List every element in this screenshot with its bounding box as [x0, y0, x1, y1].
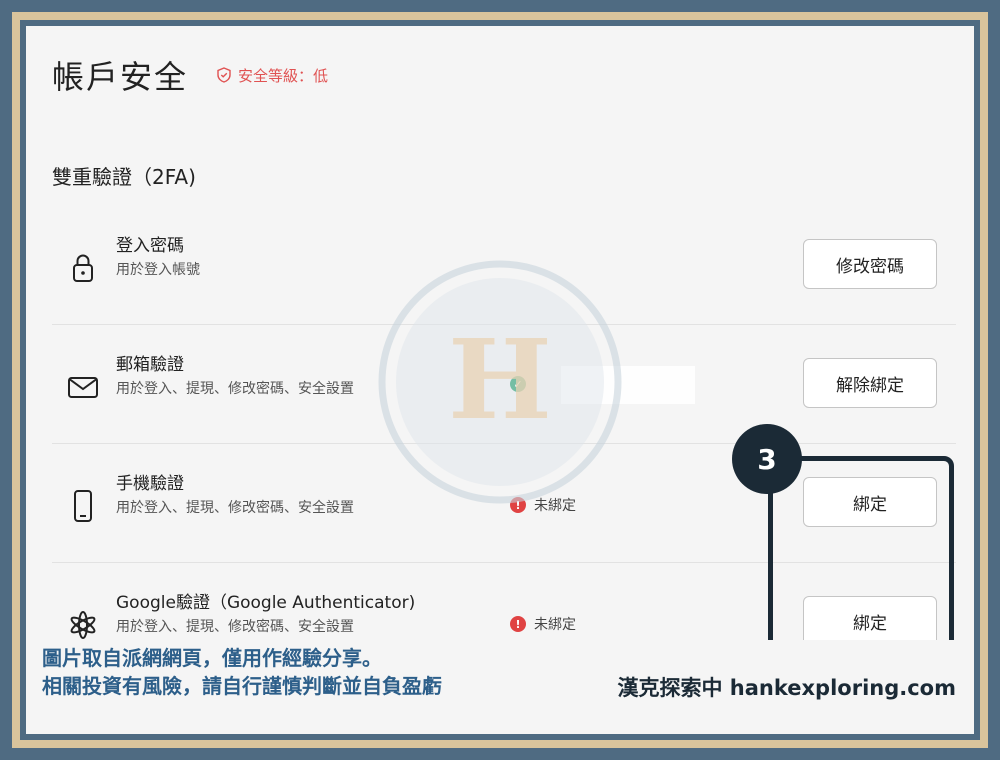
status-text: 未綁定: [534, 617, 576, 633]
mail-icon: [68, 377, 98, 398]
shield-icon: [217, 67, 231, 83]
security-level-badge: 安全等級：低: [216, 65, 328, 86]
row-description: 用於登入、提現、修改密碼、安全設置: [116, 619, 354, 635]
authenticator-icon: [70, 611, 96, 639]
row-description: 用於登入帳號: [116, 262, 200, 278]
phone-icon: [74, 490, 92, 522]
footer: 圖片取自派網網頁，僅用作經驗分享。 相關投資有風險，請自行謹慎判斷並自負盈虧 漢…: [26, 640, 974, 734]
lock-icon: [73, 254, 93, 282]
title-row: 帳戶安全 安全等級：低: [52, 52, 328, 98]
highlight-box: [768, 456, 954, 666]
status-indicator: ! 未綁定: [510, 614, 576, 634]
alert-circle-icon: !: [510, 616, 526, 632]
step-number-badge: 3: [732, 424, 802, 494]
unbind-email-button[interactable]: 解除綁定: [803, 358, 937, 408]
brand-label: 漢克探索中 hankexploring.com: [617, 676, 956, 700]
watermark-logo: H: [378, 260, 622, 504]
disclaimer: 圖片取自派網網頁，僅用作經驗分享。 相關投資有風險，請自行謹慎判斷並自負盈虧: [42, 644, 442, 700]
change-password-button[interactable]: 修改密碼: [803, 239, 937, 289]
row-title: Google驗證（Google Authenticator): [116, 593, 416, 613]
row-title: 登入密碼: [116, 236, 184, 256]
row-title: 郵箱驗證: [116, 355, 184, 375]
row-description: 用於登入、提現、修改密碼、安全設置: [116, 500, 354, 516]
row-description: 用於登入、提現、修改密碼、安全設置: [116, 381, 354, 397]
watermark-text: H: [448, 315, 552, 444]
page-title: 帳戶安全: [52, 58, 189, 96]
disclaimer-line-1: 圖片取自派網網頁，僅用作經驗分享。: [42, 646, 382, 670]
disclaimer-line-2: 相關投資有風險，請自行謹慎判斷並自負盈虧: [42, 674, 442, 698]
row-title: 手機驗證: [116, 474, 184, 494]
section-title-2fa: 雙重驗證（2FA): [52, 165, 196, 189]
security-level-text: 安全等級：低: [238, 66, 329, 85]
account-security-panel: 帳戶安全 安全等級：低 雙重驗證（2FA) 登入密碼 用於登入帳號 修改密碼 郵…: [26, 26, 974, 734]
